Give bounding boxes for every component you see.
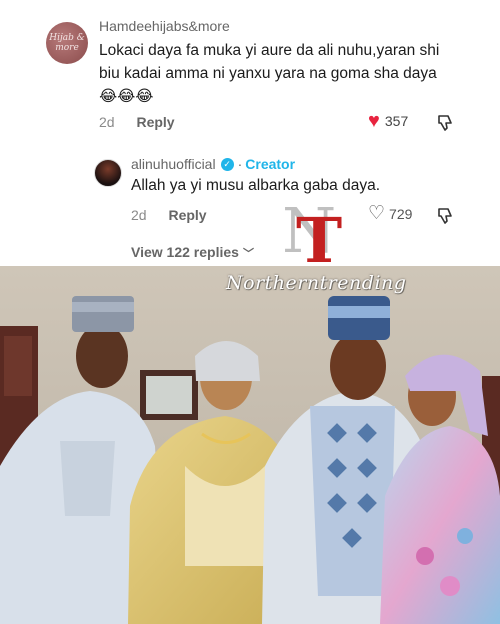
comment-time: 2d <box>99 114 115 130</box>
watermark-text: Northerntrending <box>226 272 407 294</box>
creator-username[interactable]: alinuhuofficial <box>131 156 216 172</box>
watermark-logo: N T <box>282 200 352 272</box>
creator-like-button[interactable]: ♡ 729 <box>368 203 413 224</box>
comment-text: Lokaci daya fa muka yi aure da ali nuhu,… <box>99 42 440 105</box>
family-photo <box>0 266 500 624</box>
creator-comment-meta: 2d Reply <box>131 207 207 223</box>
watermark-letter-t: T <box>296 204 343 277</box>
dislike-icon[interactable] <box>436 114 454 132</box>
comments-panel: Hijab & more Hamdeehijabs&more Lokaci da… <box>0 0 500 266</box>
heart-icon: ♥ <box>368 110 380 132</box>
like-button[interactable]: ♥ 357 <box>368 110 409 132</box>
creator-badge: Creator <box>245 156 296 172</box>
avatar-logo-text: Hijab & more <box>49 33 85 53</box>
comment-meta: 2d Reply <box>99 114 175 130</box>
chevron-down-icon: ﹀ <box>242 248 254 260</box>
creator-dislike-icon[interactable] <box>436 207 454 225</box>
like-count: 357 <box>384 113 409 129</box>
separator-dot: · <box>237 156 243 172</box>
creator-avatar[interactable] <box>94 159 122 187</box>
creator-like-count: 729 <box>389 206 413 222</box>
creator-username-row: alinuhuofficial ✓ · Creator <box>131 156 295 172</box>
heart-outline-icon: ♡ <box>368 203 386 224</box>
creator-reply-button[interactable]: Reply <box>168 207 206 223</box>
creator-comment-text: Allah ya yi musu albarka gaba daya. <box>131 177 381 194</box>
view-replies-label: View 122 replies <box>131 244 239 260</box>
creator-comment-time: 2d <box>131 207 147 223</box>
view-replies-button[interactable]: View 122 replies ﹀ <box>131 244 254 261</box>
verified-badge-icon: ✓ <box>220 157 234 171</box>
comment-username[interactable]: Hamdeehijabs&more <box>99 18 230 34</box>
reply-button[interactable]: Reply <box>136 114 174 130</box>
commenter-avatar[interactable]: Hijab & more <box>46 22 88 64</box>
